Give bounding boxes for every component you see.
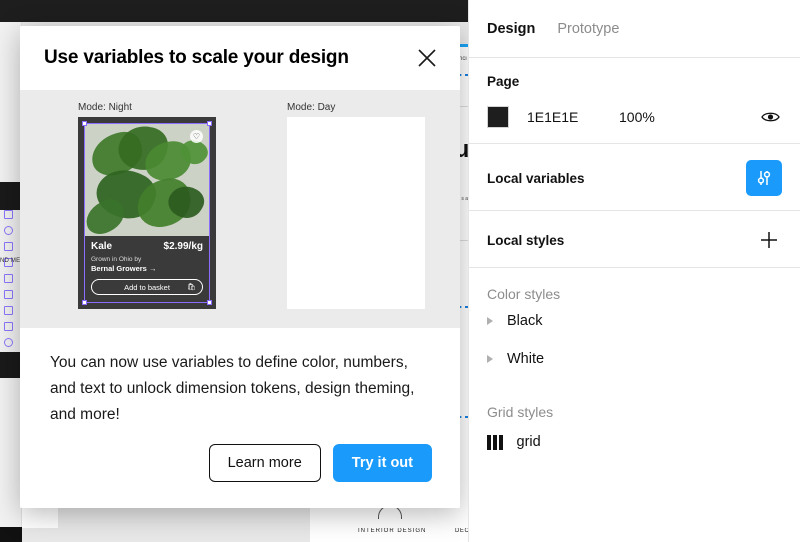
- panel-tabs: Design Prototype: [469, 0, 800, 58]
- selection-handle[interactable]: [207, 300, 212, 305]
- image-icon[interactable]: [4, 322, 13, 331]
- dialog-header: Use variables to scale your design: [20, 26, 460, 90]
- local-variables-heading: Local variables: [487, 170, 585, 186]
- add-to-basket-label: Add to basket: [124, 282, 170, 292]
- try-it-out-button[interactable]: Try it out: [332, 444, 432, 482]
- variables-announcement-dialog: Use variables to scale your design Mode:…: [20, 26, 460, 508]
- image-icon[interactable]: [4, 306, 13, 315]
- dialog-actions: Learn more Try it out: [20, 430, 460, 508]
- grid-style-label: grid: [516, 434, 541, 450]
- dialog-title: Use variables to scale your design: [44, 47, 349, 68]
- preview-day-column: Mode: Day: [287, 102, 425, 309]
- product-card[interactable]: ♡ Kale $2.99/kg Grown in Ohio by Bernal …: [82, 121, 212, 305]
- dialog-body: You can now use variables to define colo…: [20, 328, 460, 430]
- layer-icon-list[interactable]: [4, 210, 18, 347]
- selection-handle[interactable]: [207, 121, 212, 126]
- grid-style-grid[interactable]: grid: [469, 420, 800, 461]
- rail-block: [0, 182, 22, 210]
- dialog-preview-area: Mode: Night ♡ Kale $2.99/kg Grown in Ohi…: [20, 90, 460, 328]
- page-color-row[interactable]: 1E1E1E 100%: [487, 105, 782, 129]
- tab-prototype[interactable]: Prototype: [557, 21, 619, 37]
- preview-night-column: Mode: Night ♡ Kale $2.99/kg Grown in Ohi…: [78, 102, 216, 309]
- frame-icon[interactable]: [4, 242, 13, 251]
- local-variables-section: Local variables: [469, 144, 800, 211]
- product-title-row: Kale $2.99/kg: [91, 241, 203, 252]
- page-color-hex[interactable]: 1E1E1E: [527, 109, 619, 125]
- text-icon[interactable]: [4, 290, 13, 299]
- color-style-label: White: [507, 351, 545, 367]
- product-card-body: Kale $2.99/kg Grown in Ohio by Bernal Gr…: [85, 236, 209, 295]
- product-photo: ♡: [85, 124, 209, 236]
- mode-day-label: Mode: Day: [287, 102, 336, 113]
- color-style-label: Black: [507, 313, 543, 329]
- sliders-icon[interactable]: [746, 160, 782, 196]
- layers-rail[interactable]: ND ME C: [0, 22, 27, 542]
- day-frame: [287, 117, 425, 309]
- close-icon[interactable]: [412, 43, 442, 73]
- dialog-description: You can now use variables to define colo…: [50, 354, 415, 423]
- canvas-text-interior: INTERIOR DESIGN: [358, 528, 427, 534]
- rail-truncated-label: ND ME C: [0, 258, 27, 264]
- editor-toolbar: [0, 0, 468, 22]
- page-heading: Page: [487, 74, 520, 89]
- component-icon[interactable]: [4, 210, 13, 219]
- rail-block: [0, 527, 22, 542]
- product-price: $2.99/kg: [163, 241, 203, 252]
- properties-panel: Design Prototype Page 1E1E1E 100% Local …: [468, 0, 800, 542]
- shopping-bag-icon: 🛍: [187, 284, 196, 291]
- color-style-black[interactable]: Black: [469, 302, 800, 340]
- eye-icon[interactable]: [758, 105, 782, 129]
- selection-handle[interactable]: [82, 300, 87, 305]
- product-name: Kale: [91, 241, 113, 252]
- component-icon[interactable]: [4, 226, 13, 235]
- page-color-swatch[interactable]: [487, 106, 509, 128]
- local-styles-heading: Local styles: [487, 232, 565, 248]
- color-styles-heading: Color styles: [487, 286, 561, 302]
- heart-icon[interactable]: ♡: [190, 130, 203, 143]
- grid-icon: [487, 434, 503, 450]
- component-icon[interactable]: [4, 338, 13, 347]
- plus-icon[interactable]: [756, 227, 782, 253]
- chevron-right-icon[interactable]: [487, 317, 493, 325]
- night-frame: ♡ Kale $2.99/kg Grown in Ohio by Bernal …: [78, 117, 216, 309]
- color-style-white[interactable]: White: [469, 340, 800, 378]
- product-origin: Grown in Ohio by: [91, 256, 142, 263]
- selection-handle[interactable]: [82, 121, 87, 126]
- rail-block: [0, 352, 22, 378]
- local-styles-section: Local styles: [469, 211, 800, 268]
- page-section: Page 1E1E1E 100%: [469, 58, 800, 144]
- add-to-basket-button[interactable]: Add to basket 🛍: [91, 279, 203, 295]
- grid-styles-heading: Grid styles: [487, 404, 554, 420]
- mode-night-label: Mode: Night: [78, 102, 132, 113]
- tab-design[interactable]: Design: [487, 21, 535, 37]
- text-icon[interactable]: [4, 274, 13, 283]
- app-root: ND ME C D Prici our r or our clie s and …: [0, 0, 800, 542]
- product-grower-link[interactable]: Bernal Growers →: [91, 264, 203, 273]
- page-opacity-value[interactable]: 100%: [619, 109, 655, 125]
- chevron-right-icon[interactable]: [487, 355, 493, 363]
- learn-more-button[interactable]: Learn more: [208, 444, 321, 482]
